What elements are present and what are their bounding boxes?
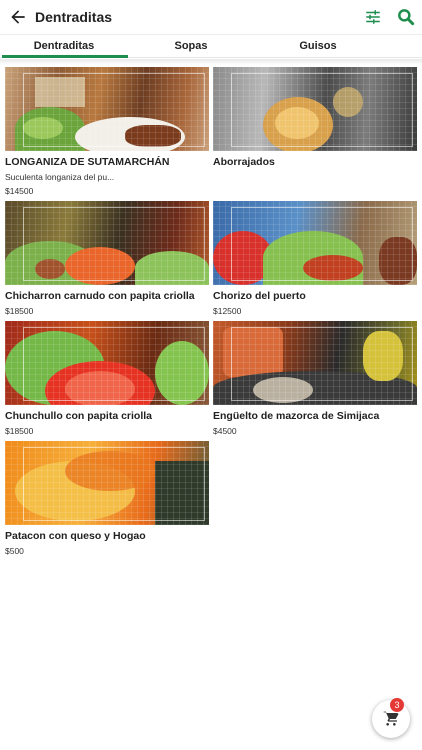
product-name: Chunchullo con papita criolla: [5, 410, 153, 422]
product-price: $18500: [5, 426, 34, 436]
product-image: [213, 321, 417, 405]
app-bar: Dentraditas: [0, 0, 422, 34]
product-image: [213, 67, 417, 151]
product-card[interactable]: Aborrajados: [213, 67, 417, 168]
active-tab-indicator: [2, 55, 128, 58]
product-name: Aborrajados: [213, 156, 275, 168]
product-name: LONGANIZA DE SUTAMARCHÁN: [5, 156, 170, 168]
product-card[interactable]: Patacon con queso y Hogao $500: [5, 441, 209, 556]
product-card[interactable]: Chunchullo con papita criolla $18500: [5, 321, 209, 436]
product-description: Suculenta longaniza del pu...: [5, 172, 115, 182]
product-price: $12500: [213, 306, 242, 316]
filter-tune-icon[interactable]: [364, 8, 382, 26]
back-arrow-icon[interactable]: [8, 7, 28, 27]
cart-count-badge: 3: [390, 698, 404, 712]
search-icon[interactable]: [396, 7, 416, 27]
product-image: [5, 67, 209, 151]
product-image: [5, 201, 209, 285]
product-price: $500: [5, 546, 24, 556]
product-card[interactable]: Chorizo del puerto $12500: [213, 201, 417, 316]
product-price: $18500: [5, 306, 34, 316]
product-image: [5, 321, 209, 405]
product-name: Engüelto de mazorca de Simijaca: [213, 410, 380, 422]
product-card[interactable]: Engüelto de mazorca de Simijaca $4500: [213, 321, 417, 436]
cart-button[interactable]: 3: [372, 698, 410, 738]
category-tabs: Dentraditas Sopas Guisos: [0, 34, 422, 58]
product-image: [213, 201, 417, 285]
product-price: $4500: [213, 426, 237, 436]
product-card[interactable]: Chicharron carnudo con papita criolla $1…: [5, 201, 209, 316]
cart-icon: [383, 711, 399, 726]
product-name: Patacon con queso y Hogao: [5, 530, 146, 542]
product-image: [5, 441, 209, 525]
product-name: Chorizo del puerto: [213, 290, 306, 302]
product-name: Chicharron carnudo con papita criolla: [5, 290, 195, 302]
tab-guisos[interactable]: Guisos: [254, 35, 382, 58]
product-price: $14500: [5, 186, 34, 196]
tab-sopas[interactable]: Sopas: [128, 35, 254, 58]
tabs-shadow: [0, 59, 422, 65]
product-card[interactable]: LONGANIZA DE SUTAMARCHÁN Suculenta longa…: [5, 67, 209, 196]
page-title: Dentraditas: [35, 9, 113, 25]
